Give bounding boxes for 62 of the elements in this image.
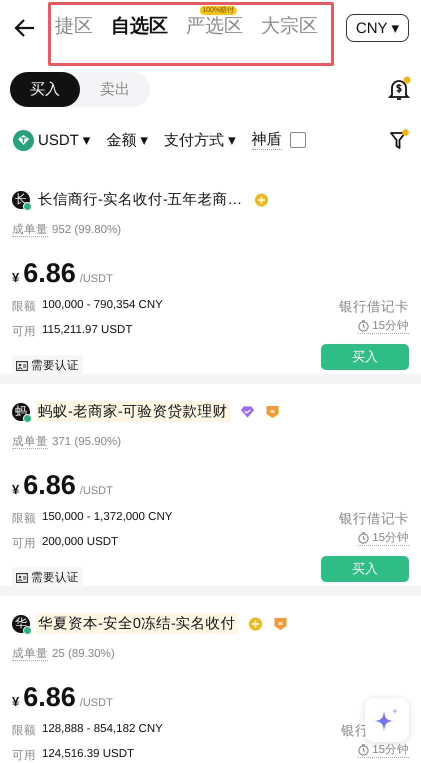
merchant-name[interactable]: 华夏资本-安全0冻结-实名收付 — [36, 613, 238, 634]
shield-badge-icon — [272, 616, 288, 630]
currency-sign: ¥ — [12, 270, 20, 285]
currency-sign: ¥ — [12, 694, 20, 709]
limit-value: 100,000 - 790,354 CNY — [42, 299, 163, 313]
orders-label: 成单量 — [12, 648, 48, 661]
available-label: 可用 — [12, 749, 36, 763]
limit-value: 128,888 - 854,182 CNY — [42, 723, 163, 737]
id-card-icon — [16, 572, 28, 582]
coin-badge-icon — [248, 616, 263, 630]
available-value: 115,211.97 USDT — [42, 324, 132, 338]
shield-label: 神盾 — [252, 130, 282, 150]
orders-count: 25 (89.30%) — [52, 648, 115, 660]
currency-sign: ¥ — [12, 482, 20, 497]
shield-checkbox[interactable] — [290, 132, 306, 148]
coin-dropdown[interactable]: USDT ▾ — [38, 131, 90, 149]
price: 6.86 — [23, 258, 76, 289]
orders-count: 952 (99.80%) — [52, 224, 122, 236]
tether-icon — [13, 130, 34, 150]
merchant-name[interactable]: 蚂蚁-老商家-可验资贷款理财 — [36, 401, 230, 422]
payment-time: 15分钟 — [372, 742, 409, 757]
coin-badge-icon — [254, 192, 270, 206]
available-label: 可用 — [12, 537, 36, 551]
available-value: 200,000 USDT — [42, 536, 118, 550]
limit-label: 限额 — [12, 512, 36, 526]
limit-value: 150,000 - 1,372,000 CNY — [42, 511, 172, 525]
back-icon[interactable] — [14, 18, 36, 38]
limit-label: 限额 — [12, 300, 36, 314]
side-tab[interactable]: 买入 — [10, 72, 80, 106]
amount-dropdown[interactable]: 金额 ▾ — [106, 130, 148, 150]
filter-icon[interactable] — [389, 129, 409, 151]
timer-icon — [358, 744, 370, 756]
limit-label: 限额 — [12, 724, 36, 738]
payment-method: 银行借记卡 — [339, 510, 409, 528]
id-card-icon — [16, 360, 28, 370]
price-alert-icon[interactable] — [387, 76, 411, 102]
payment-time: 15分钟 — [372, 530, 409, 545]
orders-count: 371 (95.90%) — [52, 436, 122, 448]
merchant-avatar: 长 — [12, 190, 30, 208]
diamond-badge-icon — [240, 404, 255, 418]
price: 6.86 — [23, 682, 76, 713]
payment-dropdown[interactable]: 支付方式 ▾ — [164, 130, 236, 150]
orders-label: 成单量 — [12, 224, 48, 237]
available-value: 124,516.39 USDT — [42, 748, 134, 762]
timer-icon — [358, 532, 370, 544]
timer-icon — [358, 320, 370, 332]
payment-method: 银行借记卡 — [339, 298, 409, 316]
price: 6.86 — [23, 470, 76, 501]
verification-text: 需要认证 — [31, 570, 79, 585]
price-unit: /USDT — [80, 697, 113, 709]
merchant-avatar: 华 — [12, 614, 30, 632]
payment-time: 15分钟 — [372, 318, 409, 333]
orders-label: 成单量 — [12, 436, 48, 449]
verification-text: 需要认证 — [31, 358, 79, 373]
currency-dropdown[interactable]: CNY ▾ — [346, 14, 409, 42]
merchant-name[interactable]: 长信商行-实名收付-五年老商… — [36, 189, 244, 210]
shield-badge-icon — [264, 404, 280, 418]
price-unit: /USDT — [80, 273, 113, 285]
ai-assistant-button[interactable] — [365, 698, 409, 742]
available-label: 可用 — [12, 325, 36, 339]
price-unit: /USDT — [80, 485, 113, 497]
zone-tab[interactable]: 自选区 — [111, 16, 168, 38]
